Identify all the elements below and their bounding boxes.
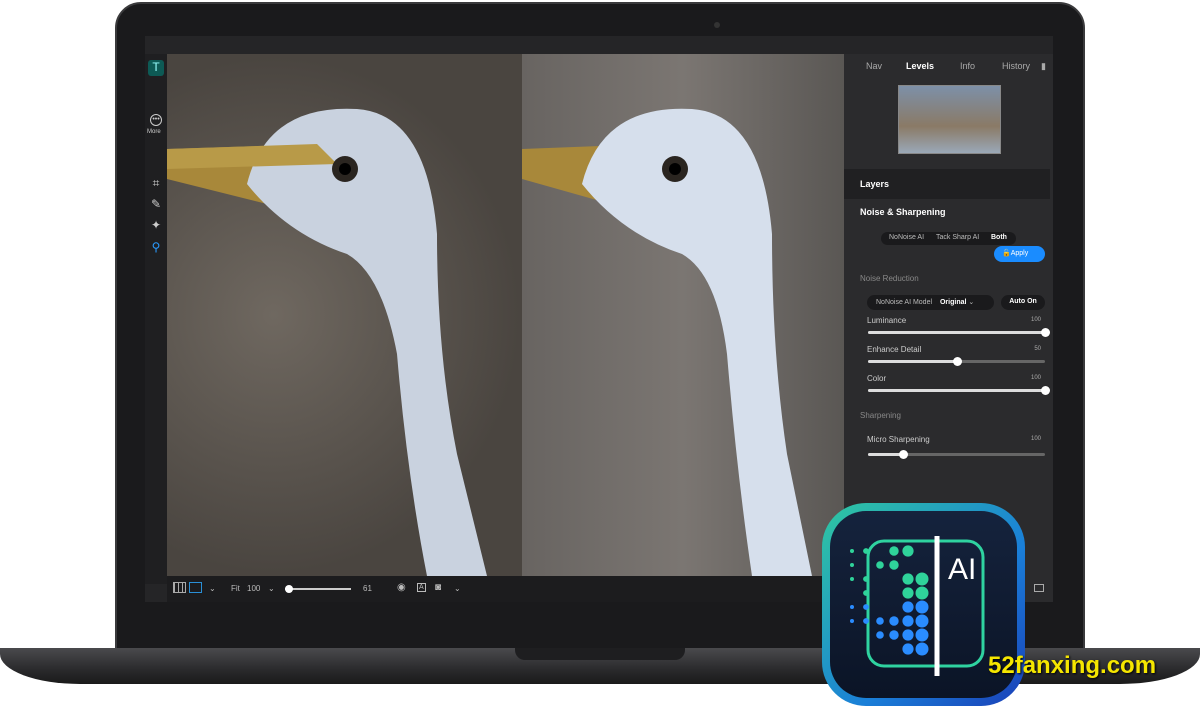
slider-knob[interactable] (1041, 328, 1050, 337)
slider-label: Color (867, 374, 886, 383)
layers-header[interactable]: Layers (844, 169, 1050, 199)
slider-value: 50 (1034, 346, 1041, 352)
navigator-thumbnail[interactable] (898, 85, 1001, 154)
fit-label[interactable]: Fit (231, 584, 240, 593)
model-dropdown[interactable]: NoNoise AI Model Original ⌄ (867, 295, 994, 310)
mode-selector: NoNoise AI Tack Sharp AI Both (881, 232, 1016, 245)
micro-sharpening-slider[interactable] (868, 453, 1045, 456)
slider-value: 100 (1031, 317, 1041, 323)
slider-label: Enhance Detail (867, 345, 921, 354)
photo-before (167, 54, 522, 576)
app-logo-icon: T (148, 60, 164, 76)
slider-value: 61 (363, 584, 372, 593)
auto-on-label: Auto On (1009, 298, 1037, 305)
mode-tacksharp[interactable]: Tack Sharp AI (936, 234, 979, 241)
egret-before (167, 54, 522, 576)
single-view-icon[interactable] (189, 582, 202, 593)
auto-on-button[interactable]: Auto On (1001, 295, 1045, 310)
mode-both[interactable]: Both (991, 234, 1007, 241)
zoom-value[interactable]: 100 (247, 584, 260, 593)
photo-after (522, 54, 844, 576)
tab-levels[interactable]: Levels (906, 61, 934, 71)
view-dropdown-icon[interactable]: ⌄ (209, 584, 216, 593)
apply-label: Apply (1011, 250, 1029, 257)
zoom-dropdown-icon[interactable]: ⌄ (268, 584, 275, 593)
slider-value: 100 (1031, 375, 1041, 381)
tab-history[interactable]: History (1002, 61, 1030, 71)
more-icon[interactable]: ••• (150, 114, 162, 126)
micro-sharpening-value: 100 (1031, 436, 1041, 442)
bottom-toolbar: ⌄ Fit 100 ⌄ 61 ◉ A ◙ ⌄ (167, 576, 844, 602)
watermark: 52fanxing.com (988, 652, 1156, 680)
slider-track[interactable] (868, 360, 1045, 363)
sharpening-title: Sharpening (860, 411, 901, 420)
mask-icon[interactable]: ◙ (435, 582, 441, 593)
laptop-notch (515, 648, 685, 660)
mask-dropdown-icon[interactable]: ⌄ (454, 584, 461, 593)
logo-ai-text: AI (948, 553, 976, 587)
tab-nav[interactable]: Nav (866, 61, 882, 71)
noise-sharpening-title: Noise & Sharpening (860, 207, 946, 217)
grid-view-icon[interactable] (173, 582, 186, 593)
heal-icon[interactable]: ✦ (148, 218, 164, 234)
panel-tabs: Nav Levels Info History ▮ (844, 54, 1053, 78)
apply-button[interactable]: 🔓Apply (994, 246, 1045, 262)
ai-zoom-icon[interactable]: ⚲ (148, 240, 164, 256)
more-label: More (147, 129, 161, 135)
panel-menu-icon[interactable]: ▮ (1041, 61, 1046, 72)
tab-info[interactable]: Info (960, 61, 975, 71)
a-icon[interactable]: A (417, 583, 426, 592)
model-value: Original (940, 299, 966, 306)
slider-track[interactable] (868, 389, 1045, 392)
noise-reduction-title: Noise Reduction (860, 274, 919, 283)
model-label: NoNoise AI Model (876, 299, 932, 306)
camera (714, 22, 720, 28)
mode-nonoise[interactable]: NoNoise AI (889, 234, 924, 241)
micro-sharpening-label: Micro Sharpening (867, 435, 930, 444)
slider-knob[interactable] (953, 357, 962, 366)
slider-track[interactable] (868, 331, 1045, 334)
eye-icon[interactable]: ◉ (397, 582, 406, 593)
crop-icon[interactable]: ⌗ (148, 176, 164, 192)
brush-icon[interactable]: ✎ (148, 197, 164, 213)
left-toolbar: T ••• More ⌗ ✎ ✦ ⚲ (145, 54, 167, 584)
slider-knob[interactable] (1041, 386, 1050, 395)
panel-toggle-icon[interactable] (1034, 584, 1044, 592)
egret-after (522, 54, 844, 576)
layers-label: Layers (860, 179, 889, 189)
zoom-slider[interactable] (285, 588, 351, 590)
slider-label: Luminance (867, 316, 906, 325)
